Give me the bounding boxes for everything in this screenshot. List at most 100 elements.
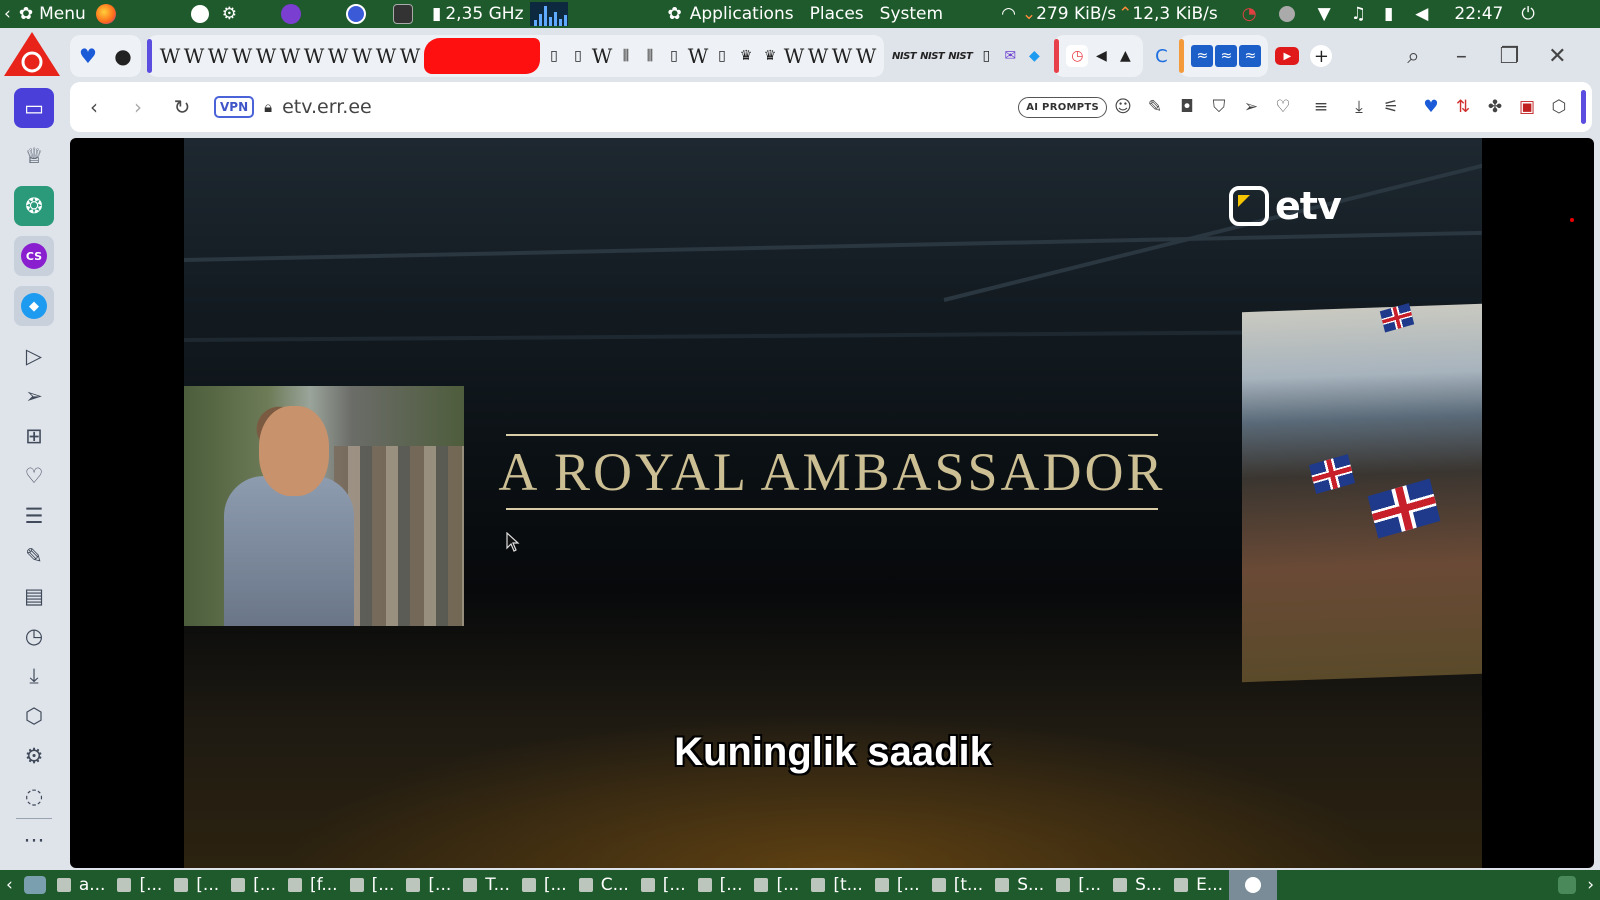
clipboard-extension-icon[interactable]: ▣	[1511, 87, 1543, 127]
sidebar-more-icon[interactable]: ⋯	[14, 820, 54, 860]
active-tab-icon[interactable]: ◷	[1066, 45, 1089, 67]
youtube-tab-icon[interactable]: ▶	[1275, 47, 1300, 65]
sidebar-chatgpt-icon[interactable]: ❂	[14, 186, 54, 226]
taskbar-item[interactable]: T...	[457, 870, 516, 900]
taskbar-item[interactable]: [...	[748, 870, 805, 900]
opera-gx-logo-icon[interactable]	[2, 28, 62, 80]
wikipedia-tab-icon[interactable]: W	[207, 44, 229, 68]
clock[interactable]: 22:47	[1454, 4, 1503, 24]
minimize-window-icon[interactable]: –	[1437, 34, 1485, 78]
equalizer-tab-icon[interactable]: ⫼	[615, 45, 637, 67]
sidebar-heart-icon[interactable]: ♡	[14, 456, 54, 496]
notification-bell-icon[interactable]: ♫	[1351, 4, 1366, 24]
taskbar-item[interactable]: [...	[400, 870, 457, 900]
document-tab-icon[interactable]: ▯	[663, 45, 685, 67]
close-window-icon[interactable]: ✕	[1533, 34, 1581, 78]
wikipedia-tab-icon[interactable]: W	[807, 44, 829, 68]
reload-button[interactable]: ↻	[160, 85, 204, 129]
taskbar-item[interactable]: S...	[989, 870, 1050, 900]
menu-button[interactable]: ✿ Menu	[11, 0, 86, 28]
url-field[interactable]: etv.err.ee	[282, 96, 372, 118]
sidebar-news-icon[interactable]: ☰	[14, 496, 54, 536]
wikipedia-tab-icon[interactable]: W	[183, 44, 205, 68]
crown-tab-icon[interactable]: ♛	[735, 45, 757, 67]
taskbar-left-arrow[interactable]: ‹	[6, 875, 13, 895]
wikipedia-tab-icon[interactable]: W	[327, 44, 349, 68]
network-icon[interactable]: ▼	[1318, 4, 1331, 24]
sidebar-settings-gear-icon[interactable]: ⚙	[14, 736, 54, 776]
document-tab-icon[interactable]: ▯	[543, 45, 565, 67]
power-icon[interactable]: ⏻	[1521, 4, 1534, 24]
taskbar-item[interactable]: [...	[869, 870, 926, 900]
taskbar-item[interactable]: [...	[516, 870, 573, 900]
emoji-icon[interactable]: ☺	[1107, 87, 1139, 127]
sidebar-history-icon[interactable]: ◷	[14, 616, 54, 656]
wifi-icon[interactable]: ◠	[1001, 4, 1016, 24]
lock-icon[interactable]: 🔒︎	[264, 98, 272, 116]
easy-setup-icon[interactable]: ⚟	[1375, 87, 1407, 127]
wikipedia-tab-icon[interactable]: W	[687, 44, 709, 68]
taskbar-item[interactable]: a...	[51, 870, 112, 900]
wikipedia-tab-icon[interactable]: W	[831, 44, 853, 68]
sidebar-downloads-icon[interactable]: ⤓	[14, 656, 54, 696]
firefox-icon[interactable]	[95, 4, 116, 24]
triangle-tab-icon[interactable]: ▲	[1114, 45, 1136, 67]
taskbar-right-arrow[interactable]: ›	[1587, 875, 1594, 895]
sidebar-lightbulb-icon[interactable]: ◌	[14, 776, 54, 816]
reading-list-icon[interactable]: ≡	[1299, 87, 1343, 127]
camera-icon[interactable]: ◘	[1171, 87, 1203, 127]
ai-prompts-button[interactable]: AI PROMPTS	[1018, 96, 1107, 118]
forward-button[interactable]: ›	[116, 85, 160, 129]
places-menu[interactable]: Places	[810, 4, 864, 24]
mail-tab-icon[interactable]: ✉	[999, 45, 1021, 67]
twitter-tab-icon[interactable]: ◆	[1023, 45, 1045, 67]
volume-icon[interactable]: ◀	[1415, 4, 1428, 24]
document-tab-icon[interactable]: ▯	[711, 45, 733, 67]
taskbar-item[interactable]: C...	[573, 870, 635, 900]
send-icon[interactable]: ➢	[1235, 87, 1267, 127]
taskbar-item[interactable]: [t...	[926, 870, 990, 900]
video-player[interactable]: A ROYAL AMBASSADOR Kuninglik saadik etv	[70, 138, 1594, 868]
shield-icon[interactable]: ⛉	[1203, 87, 1235, 127]
sidebar-edit-icon[interactable]: ✎	[14, 536, 54, 576]
sidebar-reader-icon[interactable]: ▭	[14, 88, 54, 128]
info-icon[interactable]	[1278, 6, 1295, 22]
nist-tab[interactable]: NIST	[920, 51, 945, 62]
speedometer-icon[interactable]: ◔	[1242, 4, 1257, 24]
sort-extension-icon[interactable]: ⇅	[1447, 87, 1479, 127]
show-desktop-icon[interactable]	[23, 876, 46, 894]
new-tab-plus-icon[interactable]: +	[1310, 45, 1333, 67]
font-a-icon[interactable]	[190, 5, 209, 23]
refresh-c-tab-icon[interactable]: C	[1150, 45, 1172, 67]
wikipedia-tab-icon[interactable]: W	[591, 44, 613, 68]
taskbar-item[interactable]: [...	[1050, 870, 1107, 900]
sidebar-send-icon[interactable]: ➢	[14, 376, 54, 416]
wikipedia-tab-icon[interactable]: W	[783, 44, 805, 68]
tab-audio-icon[interactable]: ◀	[1090, 45, 1112, 67]
applications-menu[interactable]: Applications	[690, 4, 794, 24]
github-icon[interactable]: ●	[112, 44, 134, 68]
wikipedia-tab-icon[interactable]: W	[855, 44, 877, 68]
panel-left-arrow[interactable]: ‹	[4, 0, 11, 28]
sidebar-apps-grid-icon[interactable]: ⊞	[14, 416, 54, 456]
podcast-icon[interactable]	[281, 4, 301, 24]
sidebar-cs-icon[interactable]: CS	[14, 236, 54, 276]
crown-tab-icon[interactable]: ♛	[759, 45, 781, 67]
taskbar-item[interactable]: S...	[1107, 870, 1168, 900]
taskbar-item[interactable]: [f...	[282, 870, 344, 900]
wikipedia-tab-icon[interactable]: W	[159, 44, 181, 68]
taskbar-item[interactable]: [...	[225, 870, 282, 900]
wikipedia-tab-icon[interactable]: W	[375, 44, 397, 68]
restore-window-icon[interactable]: ❐	[1485, 34, 1533, 78]
sidebar-twitter-icon[interactable]: ◆	[14, 286, 54, 326]
compose-icon[interactable]: ✎	[1139, 87, 1171, 127]
heart-icon[interactable]: ♡	[1267, 87, 1299, 127]
puzzle-extension-icon[interactable]: ✤	[1479, 87, 1511, 127]
taskbar-item[interactable]: [...	[692, 870, 749, 900]
document-tab-icon[interactable]: ▯	[975, 45, 997, 67]
wikipedia-tab-icon[interactable]: W	[399, 44, 421, 68]
settings-gears-icon[interactable]: ⚙	[222, 4, 237, 24]
nist-tab[interactable]: NIST	[892, 51, 917, 62]
wikipedia-tab-icon[interactable]: W	[279, 44, 301, 68]
trash-icon[interactable]	[1558, 876, 1577, 894]
